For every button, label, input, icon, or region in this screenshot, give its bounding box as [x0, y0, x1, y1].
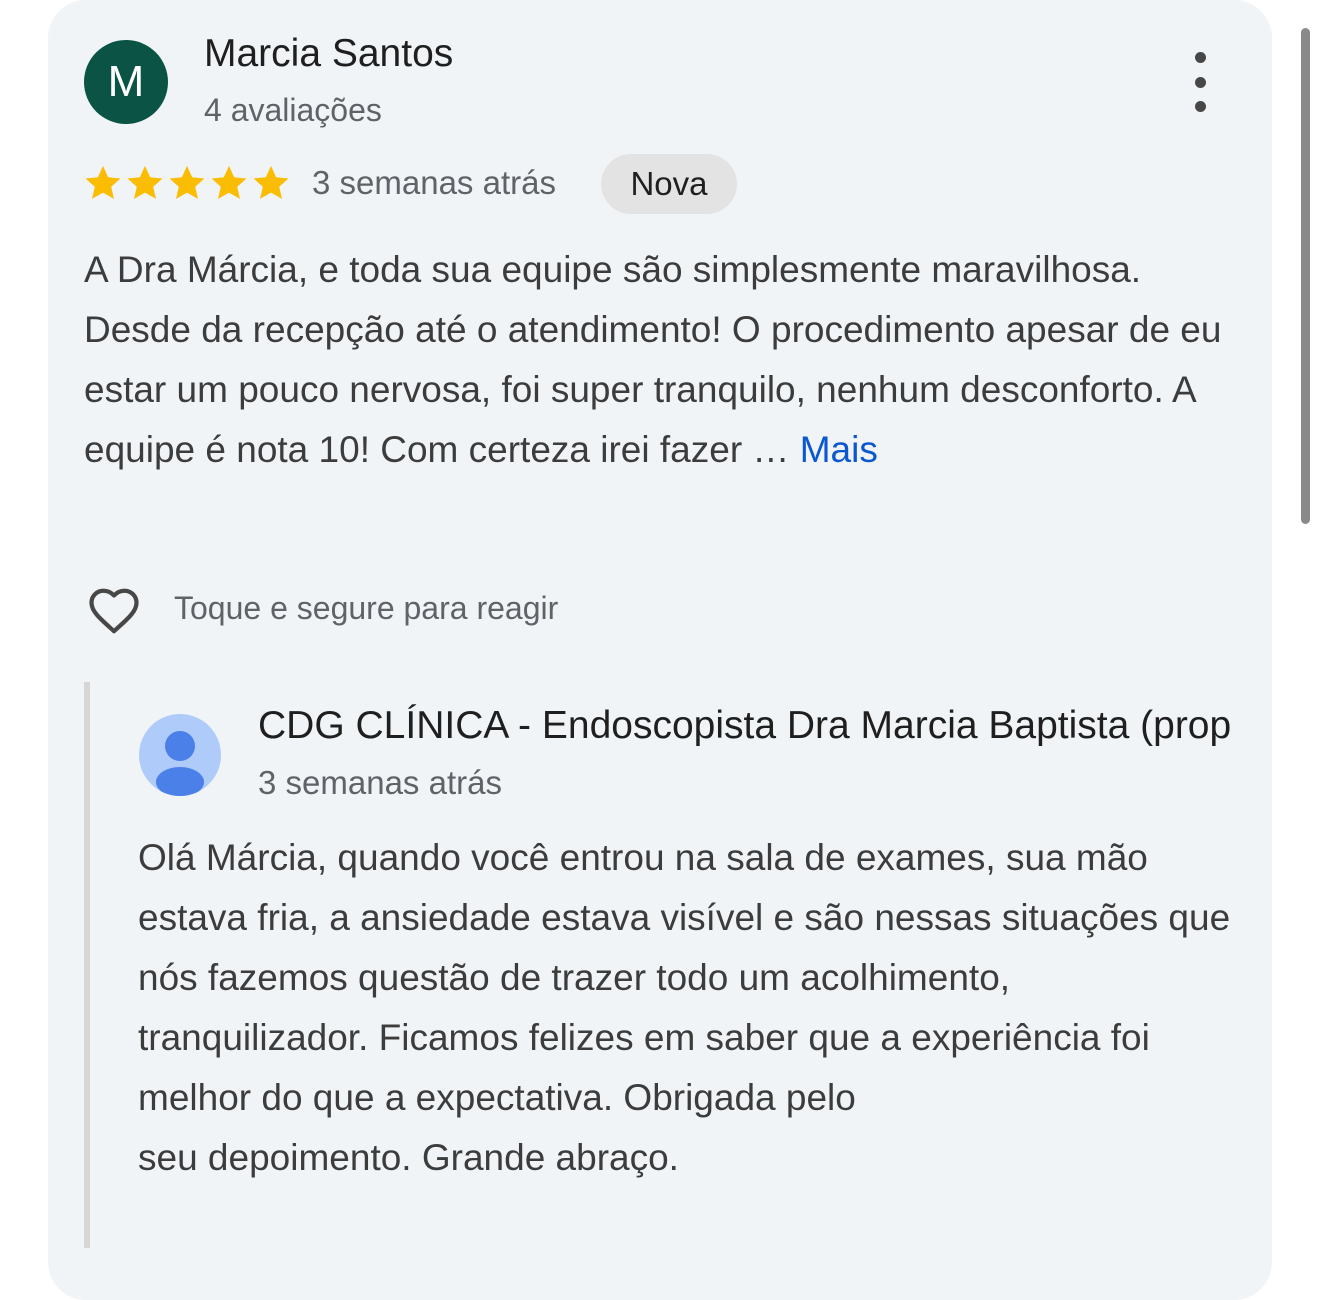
reviewer-avatar[interactable]: M — [84, 40, 168, 124]
reviewer-name[interactable]: Marcia Santos — [204, 32, 453, 76]
star-icon — [127, 165, 163, 199]
more-vert-icon[interactable] — [1180, 52, 1220, 112]
menu-dot — [1194, 52, 1206, 63]
react-hint: Toque e segure para reagir — [174, 590, 559, 626]
more-link[interactable]: Mais — [800, 429, 878, 470]
reply-time: 3 semanas atrás — [258, 764, 502, 801]
new-badge: Nova — [601, 154, 737, 214]
reply-text: Olá Márcia, quando você entrou na sala d… — [138, 828, 1238, 1188]
star-icon — [169, 165, 205, 199]
reply-body: Olá Márcia, quando você entrou na sala d… — [138, 837, 1231, 1118]
reply-divider — [84, 682, 90, 1248]
review-body: A Dra Márcia, e toda sua equipe são simp… — [84, 249, 1222, 470]
review-count: 4 avaliações — [204, 92, 382, 128]
owner-name[interactable]: CDG CLÍNICA - Endoscopista Dra Marcia Ba… — [258, 704, 1320, 748]
menu-dot — [1194, 76, 1206, 88]
star-rating — [82, 162, 292, 204]
star-icon — [211, 165, 247, 199]
heart-outline-icon[interactable] — [82, 580, 146, 640]
star-icon — [253, 165, 289, 199]
person-silhouette — [156, 731, 204, 796]
person-avatar-icon[interactable] — [139, 714, 221, 796]
review-time: 3 semanas atrás — [312, 164, 556, 201]
star-icon — [85, 165, 121, 199]
scrollbar-thumb[interactable] — [1301, 28, 1310, 524]
avatar-initial: M — [107, 57, 145, 106]
review-text: A Dra Márcia, e toda sua equipe são simp… — [84, 240, 1224, 480]
menu-dot — [1194, 101, 1206, 112]
reply-body-end: seu depoimento. Grande abraço. — [138, 1137, 679, 1178]
